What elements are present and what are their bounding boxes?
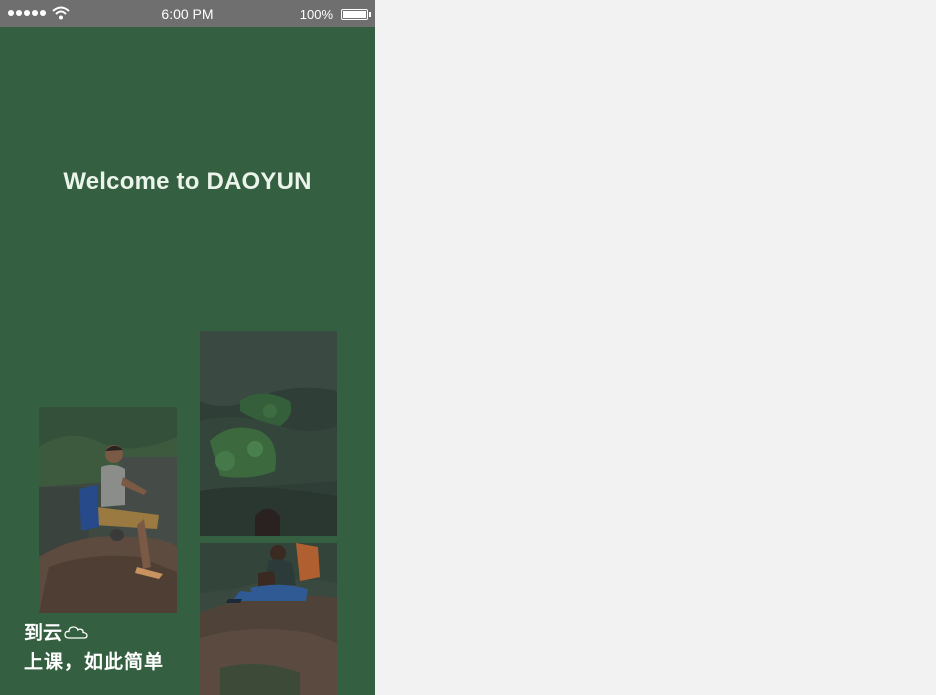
status-bar: 6:00 PM 100% xyxy=(0,0,375,27)
welcome-title: Welcome to DAOYUN xyxy=(63,168,312,195)
battery-icon xyxy=(341,9,371,20)
page: 6:00 PM 100% Welcome to DAOYUN 到云 上课，如此简… xyxy=(0,0,936,695)
phone-screen: 6:00 PM 100% Welcome to DAOYUN 到云 上课，如此简… xyxy=(0,0,375,695)
slogan-title-text: 到云 xyxy=(24,622,63,644)
cloud-icon xyxy=(64,625,88,639)
photo-woman-on-rock xyxy=(200,543,337,695)
photo-man-on-rock xyxy=(39,407,177,613)
photo-green-cliff xyxy=(200,331,337,536)
battery-percent: 100% xyxy=(299,7,333,22)
slogan-title: 到云 xyxy=(24,618,88,645)
slogan-subtitle: 上课，如此简单 xyxy=(24,651,165,673)
